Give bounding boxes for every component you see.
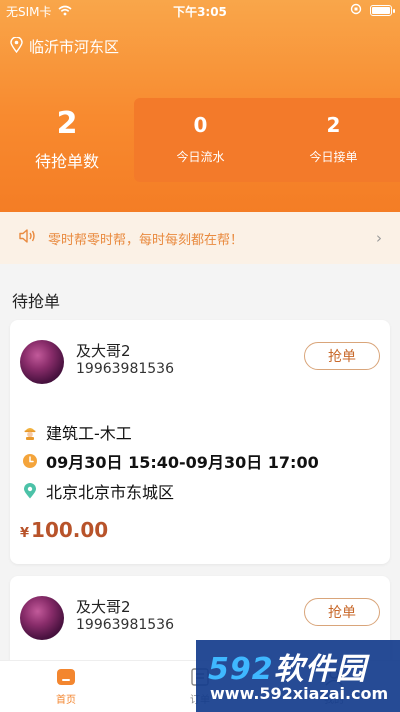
order-price: ¥100.00 xyxy=(20,518,108,542)
clock-icon xyxy=(22,453,38,469)
grab-order-button[interactable]: 抢单 xyxy=(304,598,380,626)
today-flow-stat: 0 今日流水 xyxy=(134,110,267,165)
speaker-icon xyxy=(18,228,36,248)
customer-name: 及大哥2 xyxy=(76,342,131,360)
today-flow-label: 今日流水 xyxy=(176,150,225,164)
time-range: 09月30日 15:40-09月30日 17:00 xyxy=(46,453,319,472)
battery-icon xyxy=(370,5,395,16)
map-pin-icon xyxy=(22,483,38,499)
location-label: 临沂市河东区 xyxy=(29,38,120,56)
today-orders-value: 2 xyxy=(326,113,341,137)
tab-home[interactable]: 首页 xyxy=(26,667,106,706)
section-title: 待抢单 xyxy=(12,292,61,311)
avatar xyxy=(20,340,64,384)
pending-orders-stat: 2 待抢单数 xyxy=(0,104,134,172)
today-orders-label: 今日接单 xyxy=(309,150,358,164)
pending-count: 2 xyxy=(56,106,78,141)
tab-home-label: 首页 xyxy=(56,695,76,706)
pending-label: 待抢单数 xyxy=(34,152,99,171)
avatar xyxy=(20,596,64,640)
status-bar: 无SIM卡 下午3:05 xyxy=(0,0,400,22)
worker-icon xyxy=(22,424,38,440)
header-banner: 无SIM卡 下午3:05 临沂市河东区 2 待抢单数 0 今日流水 2 今日接单 xyxy=(0,0,400,212)
price-value: 100.00 xyxy=(31,518,109,542)
watermark-digits: 592 xyxy=(208,652,274,687)
customer-phone: 19963981536 xyxy=(76,617,174,633)
watermark-logo: 592软件园 xyxy=(208,644,367,688)
today-flow-value: 0 xyxy=(193,113,208,137)
today-orders-stat: 2 今日接单 xyxy=(267,110,400,165)
announcement-bar[interactable]: 零时帮零时帮，每时每刻都在帮！ › xyxy=(0,212,400,264)
watermark-url: www.592xiazai.com xyxy=(210,684,389,703)
currency-symbol: ¥ xyxy=(20,526,30,541)
job-category: 建筑工-木工 xyxy=(46,424,132,443)
order-card[interactable]: 及大哥2 19963981536 抢单 建筑工-木工 09月30日 15:40-… xyxy=(10,320,390,564)
address-row: 北京北京市东城区 xyxy=(22,479,174,503)
watermark-brand: 软件园 xyxy=(273,652,367,687)
site-watermark: 592软件园 www.592xiazai.com xyxy=(196,640,400,712)
customer-name: 及大哥2 xyxy=(76,598,131,616)
location-pin-icon xyxy=(10,35,23,57)
time-range-row: 09月30日 15:40-09月30日 17:00 xyxy=(22,449,319,473)
announcement-text: 零时帮零时帮，每时每刻都在帮！ xyxy=(48,232,244,248)
home-icon xyxy=(55,667,77,687)
address: 北京北京市东城区 xyxy=(46,483,175,502)
clock: 下午3:05 xyxy=(173,5,227,19)
orientation-lock-icon xyxy=(350,3,362,18)
daily-stats-panel: 0 今日流水 2 今日接单 xyxy=(134,98,400,182)
location-selector[interactable]: 临沂市河东区 xyxy=(10,35,120,57)
chevron-right-icon: › xyxy=(376,229,382,247)
customer-phone: 19963981536 xyxy=(76,361,174,377)
grab-order-button[interactable]: 抢单 xyxy=(304,342,380,370)
job-category-row: 建筑工-木工 xyxy=(22,420,132,444)
